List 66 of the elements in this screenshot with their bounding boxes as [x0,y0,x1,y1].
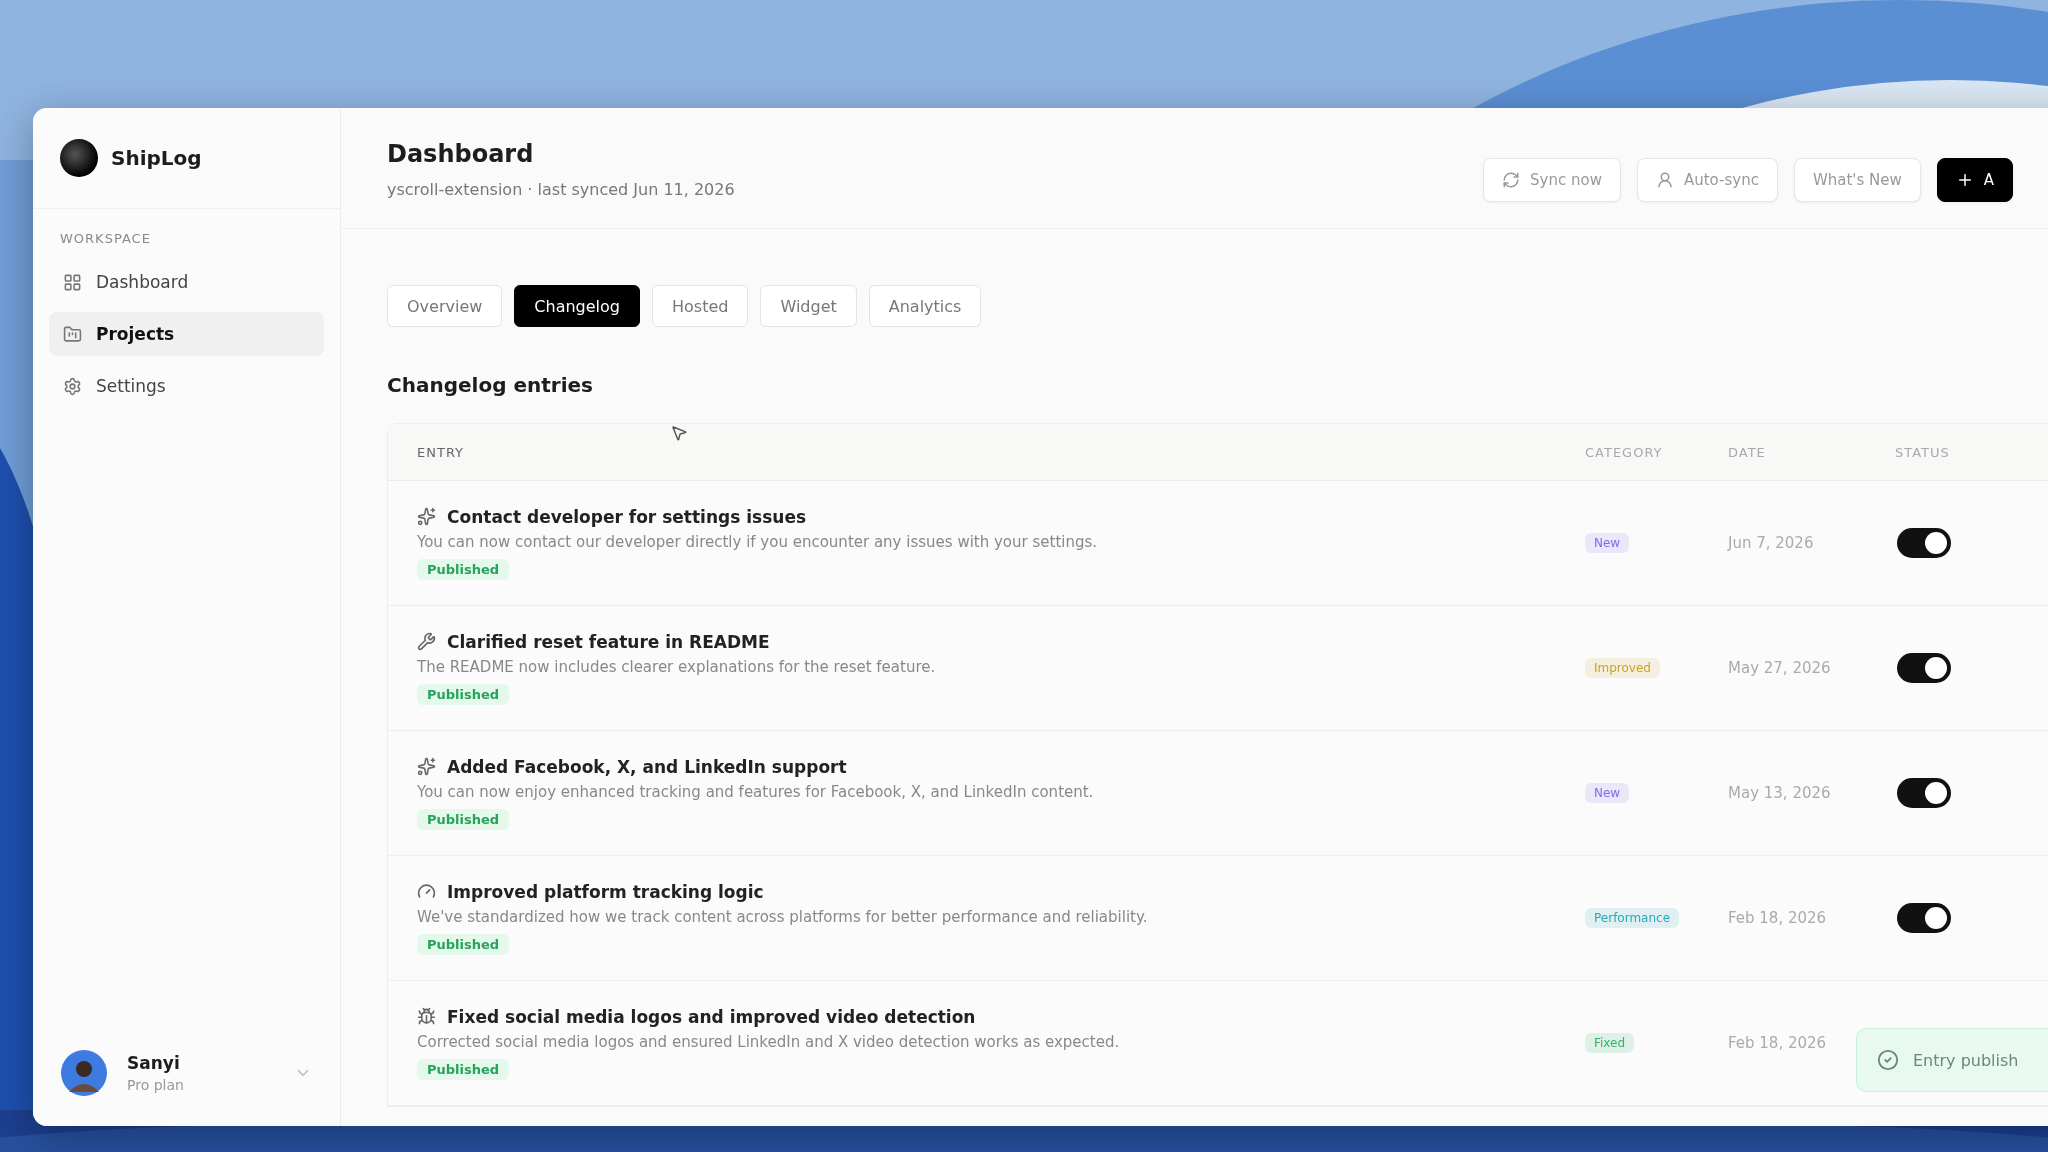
category-tag: Improved [1585,658,1660,678]
sidebar-item[interactable]: Projects [49,312,324,356]
entry-title: Fixed social media logos and improved video detection [447,1006,976,1027]
check-icon [1877,1049,1899,1071]
bug-icon [417,1007,436,1026]
column-header: DATE [1728,444,1766,460]
status-badge: Published [417,558,510,580]
column-header: ENTRY [416,444,465,460]
entry-date: Feb 18, 2026 [1728,1034,1827,1052]
header-button[interactable]: Sync now [1483,158,1621,202]
user-name: Sanyi [127,1053,181,1073]
sidebar-item[interactable]: Settings [49,364,324,408]
tab[interactable]: Hosted [652,285,749,327]
logo-icon [60,139,98,177]
folder-icon [63,324,82,344]
entry-date: Jun 7, 2026 [1728,534,1814,552]
user-plan: Pro plan [127,1077,184,1093]
category-tag: Fixed [1585,1033,1635,1053]
entry-title: Contact developer for settings issues [447,506,807,527]
tab[interactable]: Widget [760,285,857,327]
status-toggle[interactable] [1897,528,1951,558]
section-label: WORKSPACE [59,230,152,248]
entry-date: May 27, 2026 [1728,659,1831,677]
tab[interactable]: Analytics [868,285,982,327]
status-toggle[interactable] [1897,778,1951,808]
header-button[interactable]: A [1936,158,2013,202]
person-icon [1655,171,1674,189]
toast-message: Entry publish [1913,1050,2019,1070]
column-header: STATUS [1895,444,1950,460]
status-badge: Published [417,808,510,830]
page-subtitle: yscroll-extension · last synced Jun 11, 2026 [387,180,735,199]
gauge-icon [417,882,436,901]
status-badge: Published [417,683,510,705]
status-toggle[interactable] [1897,903,1951,933]
tab[interactable]: Changelog [514,285,640,327]
entry-description: You can now enjoy enhanced tracking and features for Facebook, X, and LinkedIn content. [417,782,1095,801]
entry-description: Corrected social media logos and ensured LinkedIn and X video detection works as expected. [417,1032,1121,1051]
entry-date: May 13, 2026 [1728,784,1831,802]
sparkles-icon [417,757,436,776]
tab[interactable]: Overview [387,285,503,327]
refresh-icon [1502,171,1521,189]
sparkles-icon [417,507,436,526]
entry-description: We've standardized how we track content across platforms for better performance and reliability. [417,907,1149,926]
status-badge: Published [417,1058,510,1080]
entry-title: Improved platform tracking logic [447,881,764,902]
grid-icon [63,272,82,292]
category-tag: Performance [1585,908,1680,928]
wrench-icon [417,632,436,651]
settings-icon [63,376,82,396]
sidebar-item[interactable]: Dashboard [49,260,324,304]
status-badge: Published [417,933,510,955]
section-title: Changelog entries [387,373,593,397]
page-title: Dashboard [387,140,535,168]
status-toggle[interactable] [1897,653,1951,683]
entry-description: The README now includes clearer explanations for the reset feature. [417,657,937,676]
app-name: ShipLog [111,146,202,170]
entry-description: You can now contact our developer directly if you encounter any issues with your settings. [417,532,1099,551]
avatar [61,1050,107,1096]
header-button[interactable]: Auto-sync [1636,158,1778,202]
entry-title: Added Facebook, X, and LinkedIn support [447,756,847,777]
header-button[interactable]: What's New [1793,158,1921,202]
entry-title: Clarified reset feature in README [447,631,770,652]
entry-date: Feb 18, 2026 [1728,909,1827,927]
column-header: CATEGORY [1585,444,1663,460]
category-tag: New [1585,533,1630,553]
category-tag: New [1585,783,1630,803]
